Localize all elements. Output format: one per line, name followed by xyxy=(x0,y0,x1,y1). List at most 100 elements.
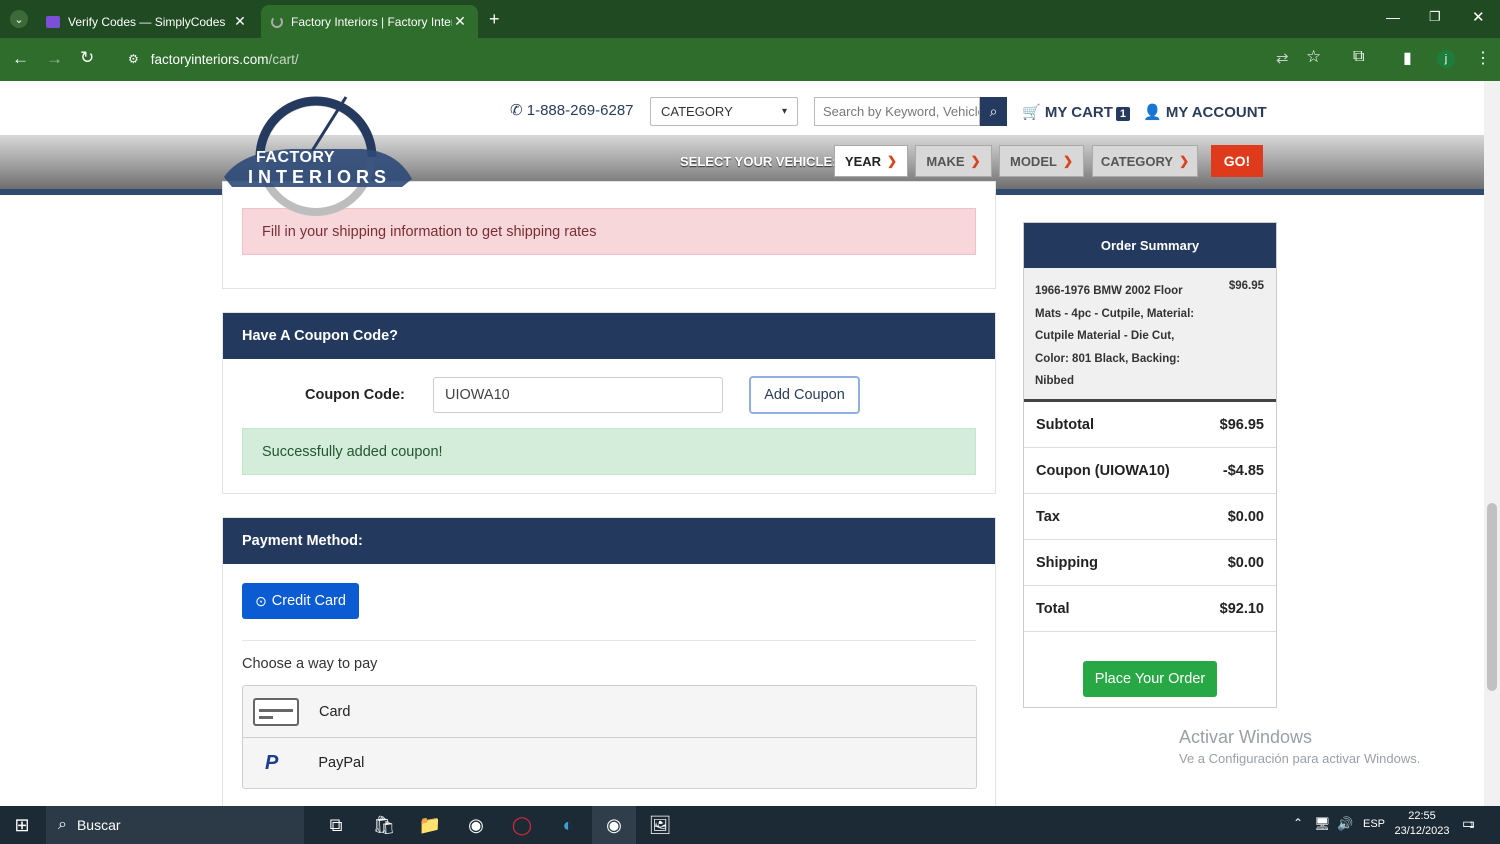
minimize-icon[interactable]: — xyxy=(1386,9,1400,25)
summary-row-tax: Tax $0.00 xyxy=(1024,494,1276,540)
place-order-button[interactable]: Place Your Order xyxy=(1083,661,1217,697)
forward-icon[interactable]: → xyxy=(46,49,63,69)
watermark-title: Activar Windows xyxy=(1179,727,1313,747)
model-dropdown[interactable]: MODEL ❯ xyxy=(999,145,1084,177)
credit-card-button[interactable]: ⊙ Credit Card xyxy=(242,583,359,619)
windows-activation-watermark: Activar Windows Ve a Configuración para … xyxy=(1179,727,1420,766)
order-summary-title: Order Summary xyxy=(1024,223,1276,268)
opera-icon[interactable]: ◯ xyxy=(500,806,544,844)
edge-icon[interactable]: ◐ xyxy=(546,806,590,844)
summary-label: Total xyxy=(1036,600,1070,617)
clock-date: 23/12/2023 xyxy=(1394,825,1450,837)
page-scrollbar[interactable] xyxy=(1484,81,1500,806)
address-bar[interactable]: ⚙ factoryinteriors.com/cart/ xyxy=(118,44,1268,74)
taskbar-search[interactable]: ⌕ Buscar xyxy=(46,806,304,844)
my-account-link[interactable]: 👤 MY ACCOUNT xyxy=(1143,103,1267,121)
notifications-icon[interactable]: ▭1 xyxy=(1462,815,1475,832)
close-tab-icon[interactable]: ✕ xyxy=(452,13,468,30)
order-item: 1966-1976 BMW 2002 Floor Mats - 4pc - Cu… xyxy=(1024,268,1276,402)
summary-label: Tax xyxy=(1036,508,1060,525)
task-view-icon[interactable]: ⧉ xyxy=(314,806,358,844)
summary-row-subtotal: Subtotal $96.95 xyxy=(1024,402,1276,448)
close-tab-icon[interactable]: ✕ xyxy=(232,13,248,30)
category-select-value: CATEGORY xyxy=(661,104,733,119)
summary-label: Subtotal xyxy=(1036,416,1094,433)
reload-icon[interactable]: ↻ xyxy=(80,48,94,68)
side-panel-icon[interactable]: ▮ xyxy=(1403,48,1412,68)
page-viewport: Fill in your shipping information to get… xyxy=(0,81,1484,806)
translate-icon[interactable]: ⇄ xyxy=(1276,49,1289,67)
url-path: /cart/ xyxy=(268,51,299,67)
summary-value: $92.10 xyxy=(1219,600,1264,617)
card-icon xyxy=(253,697,299,726)
clock[interactable]: 22:55 23/12/2023 xyxy=(1394,809,1450,839)
summary-row-total: Total $92.10 xyxy=(1024,586,1276,632)
file-explorer-icon[interactable]: 📁 xyxy=(408,806,452,844)
bookmark-star-icon[interactable]: ☆ xyxy=(1306,47,1321,67)
photos-icon[interactable]: 🖼 xyxy=(638,806,682,844)
summary-row-coupon: Coupon (UIOWA10) -$4.85 xyxy=(1024,448,1276,494)
site-search-input[interactable]: Search by Keyword, Vehicle xyxy=(814,97,980,126)
logo-text-factory: FACTORY xyxy=(256,149,336,166)
chevron-down-icon: ❯ xyxy=(1179,154,1190,168)
network-icon[interactable]: 🖥 xyxy=(1314,816,1331,832)
tab-search-icon[interactable]: ⌄ xyxy=(10,10,28,28)
menu-kebab-icon[interactable]: ⋮ xyxy=(1475,48,1491,68)
phone-text: 1-888-269-6287 xyxy=(526,102,634,119)
profile-avatar[interactable]: j xyxy=(1437,50,1455,68)
add-coupon-button[interactable]: Add Coupon xyxy=(749,376,860,414)
window-close-icon[interactable]: ✕ xyxy=(1472,8,1485,26)
coupon-panel: Have A Coupon Code? Coupon Code: UIOWA10… xyxy=(222,312,996,494)
chrome-active-icon[interactable]: ◉ xyxy=(592,806,636,844)
scrollbar-thumb[interactable] xyxy=(1487,503,1497,691)
back-icon[interactable]: ← xyxy=(12,49,29,69)
pay-option-paypal-label: PayPal xyxy=(318,755,365,771)
paypal-icon: P xyxy=(265,751,279,774)
radio-selected-icon: ⊙ xyxy=(255,592,267,609)
cart-count-badge: 1 xyxy=(1115,107,1131,121)
phone-icon: ✆ xyxy=(510,102,523,119)
new-tab-icon[interactable]: + xyxy=(489,9,500,30)
go-button[interactable]: GO! xyxy=(1211,145,1263,177)
windows-start-icon[interactable]: ⊞ xyxy=(0,806,44,844)
tray-chevron-up-icon[interactable]: ⌃ xyxy=(1293,816,1303,830)
chrome-icon[interactable]: ◉ xyxy=(454,806,498,844)
site-info-icon[interactable]: ⚙ xyxy=(128,52,139,66)
tab-factory-interiors[interactable]: Factory Interiors | Factory Interi ✕ xyxy=(261,5,478,38)
my-cart-link[interactable]: 🛒 MY CART 1 xyxy=(1022,103,1131,121)
language-indicator[interactable]: ESP xyxy=(1363,818,1385,830)
summary-value: $0.00 xyxy=(1227,508,1264,525)
year-dropdown[interactable]: YEAR ❯ xyxy=(834,145,908,177)
windows-taskbar: ⊞ ⌕ Buscar ⧉ 🛍 📁 ◉ ◯ ◐ ◉ 🖼 ⌃ 🖥 🔊 ESP 22:… xyxy=(0,806,1500,844)
search-icon: ⌕ xyxy=(58,816,67,833)
make-label: MAKE xyxy=(926,153,965,169)
store-icon[interactable]: 🛍 xyxy=(362,806,406,844)
tab-simplycodes[interactable]: Verify Codes — SimplyCodes ✕ xyxy=(36,5,258,38)
url-host: factoryinteriors.com xyxy=(150,51,269,67)
pay-option-paypal[interactable]: P PayPal xyxy=(242,737,977,789)
extensions-icon[interactable]: ⧉ xyxy=(1353,48,1364,66)
category-dropdown[interactable]: CATEGORY ❯ xyxy=(1092,145,1198,177)
summary-label: Coupon (UIOWA10) xyxy=(1036,462,1170,479)
category-select[interactable]: CATEGORY ▾ xyxy=(650,97,798,126)
make-dropdown[interactable]: MAKE ❯ xyxy=(915,145,992,177)
volume-icon[interactable]: 🔊 xyxy=(1337,816,1353,832)
watermark-subtitle: Ve a Configuración para activar Windows. xyxy=(1179,751,1421,766)
payment-panel-title: Payment Method: xyxy=(223,518,995,564)
taskbar-search-text: Buscar xyxy=(76,817,121,833)
my-account-label: MY ACCOUNT xyxy=(1165,104,1267,121)
factory-interiors-logo[interactable]: FACTORY INTERIORS xyxy=(222,91,414,219)
search-button[interactable]: ⌕ xyxy=(980,97,1007,126)
chevron-down-icon: ❯ xyxy=(970,154,981,168)
pay-option-card[interactable]: Card xyxy=(242,685,977,738)
credit-card-label: Credit Card xyxy=(271,593,346,609)
notification-count: 1 xyxy=(1469,820,1475,830)
phone-number[interactable]: ✆ 1-888-269-6287 xyxy=(510,101,634,119)
category-label: CATEGORY xyxy=(1100,153,1174,169)
coupon-code-input[interactable]: UIOWA10 xyxy=(433,377,723,413)
order-item-description: 1966-1976 BMW 2002 Floor Mats - 4pc - Cu… xyxy=(1035,285,1195,387)
model-label: MODEL xyxy=(1009,153,1057,169)
restore-icon[interactable]: ❐ xyxy=(1429,9,1441,25)
order-item-price: $96.95 xyxy=(1228,280,1264,292)
order-summary-panel: Order Summary 1966-1976 BMW 2002 Floor M… xyxy=(1023,222,1277,708)
